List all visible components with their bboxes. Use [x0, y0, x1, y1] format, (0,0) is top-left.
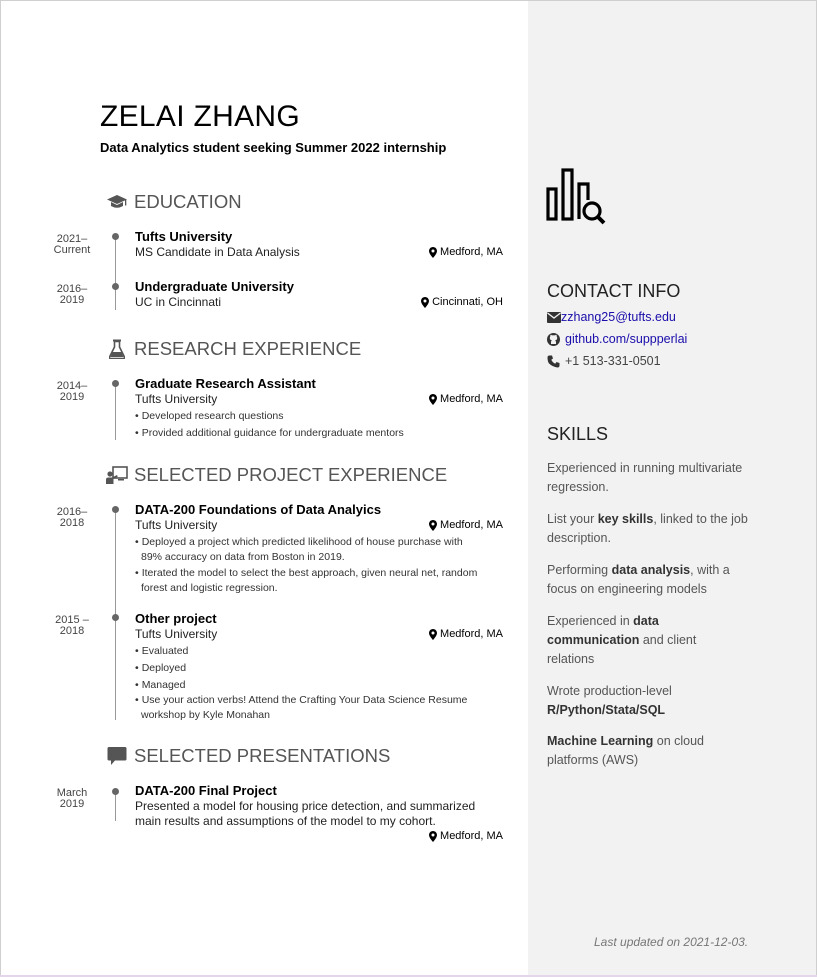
map-marker-icon: [429, 393, 438, 405]
entry-bullet: • Managed: [135, 679, 186, 691]
map-marker-icon: [429, 519, 438, 531]
last-updated: Last updated on 2021-12-03.: [594, 935, 749, 949]
candidate-name: ZELAI ZHANG: [100, 100, 300, 133]
skills-title: SKILLS: [547, 424, 609, 444]
contact-github: github.com/suppperlai: [547, 332, 687, 346]
email-link[interactable]: zzhang25@tufts.edu: [561, 310, 676, 324]
entry-location: Medford, MA: [429, 628, 503, 640]
entry-date: 2014– 2019: [56, 380, 88, 403]
contact-info-title: CONTACT INFO: [547, 281, 681, 301]
entry-location: Medford, MA: [429, 246, 503, 258]
section-presentations-header: SELECTED PRESENTATIONS: [104, 745, 390, 767]
section-education-header: EDUCATION: [104, 191, 242, 213]
section-research-header: RESEARCH EXPERIENCE: [104, 338, 361, 360]
timeline-dot: [112, 614, 119, 621]
entry-date: 2016– 2019: [56, 283, 88, 306]
entry-title: Undergraduate University: [135, 279, 294, 294]
entry-bullet: • Deployed: [135, 662, 187, 674]
map-marker-icon: [421, 296, 430, 308]
entry-title: DATA-200 Final Project: [135, 783, 277, 798]
timeline-dot: [112, 380, 119, 387]
entry-subtitle: Tufts University: [135, 518, 218, 532]
bar-chart-magnifier-icon: [546, 167, 608, 232]
comment-icon: [104, 745, 130, 767]
github-icon: [547, 332, 561, 346]
entry-title: Tufts University: [135, 229, 233, 244]
entry-subtitle: Tufts University: [135, 392, 218, 406]
flask-icon: [104, 338, 130, 360]
entry-date: 2016– 2018: [56, 506, 88, 529]
section-title: EDUCATION: [134, 191, 242, 212]
contact-email: zzhang25@tufts.edu: [547, 310, 676, 324]
entry-subtitle: UC in Cincinnati: [135, 295, 222, 309]
entry-description: Presented a model for housing price dete…: [135, 799, 476, 828]
entry-location: Medford, MA: [429, 519, 503, 531]
timeline-line: [115, 236, 116, 310]
graduation-cap-icon: [104, 191, 130, 213]
entry-date: 2021– Current: [53, 233, 91, 256]
entry-location: Medford, MA: [429, 830, 503, 842]
skill-item: Wrote production-level R/Python/Stata/SQ…: [547, 684, 672, 717]
skill-item: Experienced in data communication and cl…: [547, 614, 697, 666]
github-link[interactable]: github.com/suppperlai: [565, 332, 687, 346]
section-title: RESEARCH EXPERIENCE: [134, 338, 362, 359]
entry-title: DATA-200 Foundations of Data Analyics: [135, 502, 382, 517]
section-title: SELECTED PROJECT EXPERIENCE: [134, 464, 448, 485]
map-marker-icon: [429, 628, 438, 640]
phone-icon: [547, 354, 561, 368]
entry-bullet: • Iterated the model to select the best a…: [135, 567, 478, 594]
entry-bullet: • Deployed a project which predicted like…: [135, 536, 463, 563]
entry-subtitle: MS Candidate in Data Analysis: [135, 245, 300, 259]
skill-item: List your key skills, linked to the job …: [547, 512, 748, 545]
timeline-dot: [112, 233, 119, 240]
timeline-line: [115, 791, 116, 821]
entry-bullet: • Provided additional guidance for underg…: [135, 427, 404, 439]
skill-item: Performing data analysis, with a focus o…: [547, 563, 730, 596]
timeline-dot: [112, 283, 119, 290]
skill-item: Machine Learning on cloud platforms (AWS…: [547, 734, 705, 767]
timeline-line: [115, 384, 116, 440]
timeline-dot: [112, 788, 119, 795]
section-projects-header: SELECTED PROJECT EXPERIENCE: [104, 464, 447, 486]
entry-bullet: • Evaluated: [135, 645, 189, 657]
entry-date: March 2019: [56, 787, 88, 810]
map-marker-icon: [429, 830, 438, 842]
envelope-icon: [547, 310, 561, 324]
section-title: SELECTED PRESENTATIONS: [134, 745, 391, 766]
contact-phone: +1 513-331-0501: [547, 354, 661, 368]
entry-subtitle: Tufts University: [135, 627, 218, 641]
entry-location: Medford, MA: [429, 393, 503, 405]
entry-bullet: • Developed research questions: [135, 410, 284, 422]
map-marker-icon: [429, 246, 438, 258]
entry-title: Graduate Research Assistant: [135, 376, 316, 391]
entry-location: Cincinnati, OH: [421, 296, 503, 308]
skill-item: Experienced in running multivariate regr…: [547, 461, 743, 494]
entry-date: 2015 –2018: [55, 614, 89, 637]
entry-bullet: • Use your action verbs! Attend the Craft…: [135, 694, 468, 721]
phone-number: +1 513-331-0501: [565, 354, 661, 368]
candidate-tagline: Data Analytics student seeking Summer 20…: [100, 140, 447, 155]
entry-title: Other project: [135, 611, 217, 626]
chalkboard-teacher-icon: [104, 464, 130, 486]
timeline-dot: [112, 506, 119, 513]
